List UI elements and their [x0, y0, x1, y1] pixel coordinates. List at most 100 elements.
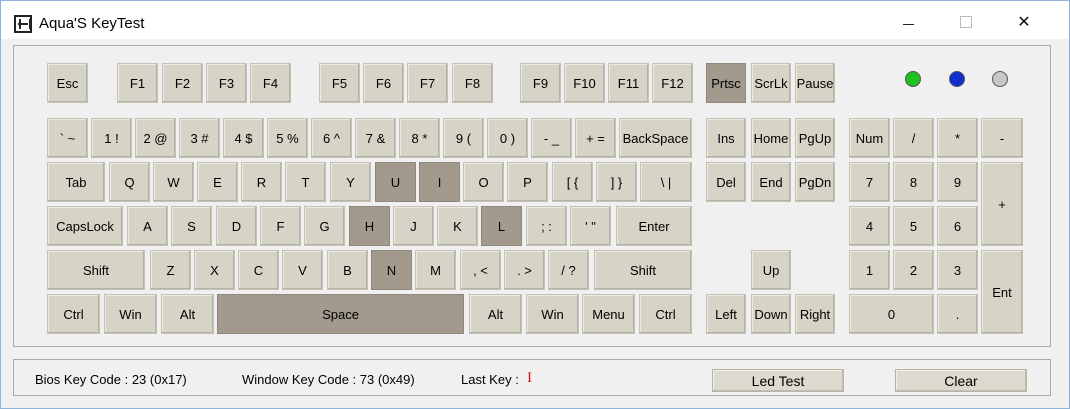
key-kp-4[interactable]: 4 [849, 206, 890, 246]
key-c[interactable]: C [238, 250, 279, 290]
key-f4[interactable]: F4 [250, 63, 291, 103]
key-del[interactable]: Del [706, 162, 746, 202]
key-f10[interactable]: F10 [564, 63, 605, 103]
key-quote[interactable]: ' " [570, 206, 611, 246]
key-rbracket[interactable]: ] } [596, 162, 637, 202]
key-kp-8[interactable]: 8 [893, 162, 934, 202]
key-lalt[interactable]: Alt [161, 294, 214, 334]
key-h[interactable]: H [349, 206, 390, 246]
key-z[interactable]: Z [150, 250, 191, 290]
key-pgdn[interactable]: PgDn [795, 162, 835, 202]
key-up[interactable]: Up [751, 250, 791, 290]
key-9[interactable]: 9 ( [443, 118, 484, 158]
key-m[interactable]: M [415, 250, 456, 290]
key-kp-7[interactable]: 7 [849, 162, 890, 202]
key-f1[interactable]: F1 [117, 63, 158, 103]
key-2[interactable]: 2 @ [135, 118, 176, 158]
key-f[interactable]: F [260, 206, 301, 246]
key-p[interactable]: P [507, 162, 548, 202]
key-w[interactable]: W [153, 162, 194, 202]
key-scrlk[interactable]: ScrLk [751, 63, 791, 103]
key-f2[interactable]: F2 [162, 63, 203, 103]
key-d[interactable]: D [216, 206, 257, 246]
key-down[interactable]: Down [751, 294, 791, 334]
key-kp-2[interactable]: 2 [893, 250, 934, 290]
key-r[interactable]: R [241, 162, 282, 202]
key-backspace[interactable]: BackSpace [619, 118, 692, 158]
key-y[interactable]: Y [330, 162, 371, 202]
key-k[interactable]: K [437, 206, 478, 246]
key-ins[interactable]: Ins [706, 118, 746, 158]
key-8[interactable]: 8 * [399, 118, 440, 158]
close-button[interactable]: ✕ [1001, 7, 1047, 37]
key-t[interactable]: T [285, 162, 326, 202]
key-n[interactable]: N [371, 250, 412, 290]
key-enter[interactable]: Enter [616, 206, 692, 246]
key-kp-1[interactable]: 1 [849, 250, 890, 290]
key-x[interactable]: X [194, 250, 235, 290]
key-rshift[interactable]: Shift [594, 250, 692, 290]
key-numlock[interactable]: Num [849, 118, 890, 158]
key-5[interactable]: 5 % [267, 118, 308, 158]
key-rwin[interactable]: Win [526, 294, 579, 334]
minimize-button[interactable] [885, 7, 931, 37]
key-equal[interactable]: + = [575, 118, 616, 158]
key-f9[interactable]: F9 [520, 63, 561, 103]
key-u[interactable]: U [375, 162, 416, 202]
key-b[interactable]: B [327, 250, 368, 290]
key-pause[interactable]: Pause [795, 63, 835, 103]
key-rctrl[interactable]: Ctrl [639, 294, 692, 334]
key-l[interactable]: L [481, 206, 522, 246]
key-f12[interactable]: F12 [652, 63, 693, 103]
key-j[interactable]: J [393, 206, 434, 246]
key-kp-add[interactable]: + [981, 162, 1023, 246]
key-esc[interactable]: Esc [47, 63, 88, 103]
key-comma[interactable]: , < [460, 250, 501, 290]
key-6[interactable]: 6 ^ [311, 118, 352, 158]
key-lwin[interactable]: Win [104, 294, 157, 334]
key-lbracket[interactable]: [ { [552, 162, 593, 202]
key-4[interactable]: 4 $ [223, 118, 264, 158]
key-f6[interactable]: F6 [363, 63, 404, 103]
key-pgup[interactable]: PgUp [795, 118, 835, 158]
key-backtick[interactable]: ` ~ [47, 118, 88, 158]
key-prtsc[interactable]: Prtsc [706, 63, 746, 103]
key-kp-5[interactable]: 5 [893, 206, 934, 246]
key-right[interactable]: Right [795, 294, 835, 334]
key-3[interactable]: 3 # [179, 118, 220, 158]
key-v[interactable]: V [282, 250, 323, 290]
key-lshift[interactable]: Shift [47, 250, 145, 290]
key-left[interactable]: Left [706, 294, 746, 334]
key-kp-subtract[interactable]: - [981, 118, 1023, 158]
key-0[interactable]: 0 ) [487, 118, 528, 158]
key-ralt[interactable]: Alt [469, 294, 522, 334]
key-kp-6[interactable]: 6 [937, 206, 978, 246]
key-minus[interactable]: - _ [531, 118, 572, 158]
key-1[interactable]: 1 ! [91, 118, 132, 158]
key-lctrl[interactable]: Ctrl [47, 294, 100, 334]
key-tab[interactable]: Tab [47, 162, 105, 202]
clear-button[interactable]: Clear [895, 369, 1027, 392]
key-e[interactable]: E [197, 162, 238, 202]
key-menu[interactable]: Menu [582, 294, 635, 334]
key-backslash[interactable]: \ | [640, 162, 692, 202]
key-end[interactable]: End [751, 162, 791, 202]
key-period[interactable]: . > [504, 250, 545, 290]
key-f11[interactable]: F11 [608, 63, 649, 103]
key-f7[interactable]: F7 [407, 63, 448, 103]
key-7[interactable]: 7 & [355, 118, 396, 158]
key-kp-3[interactable]: 3 [937, 250, 978, 290]
key-i[interactable]: I [419, 162, 460, 202]
key-q[interactable]: Q [109, 162, 150, 202]
key-f8[interactable]: F8 [452, 63, 493, 103]
key-kp-divide[interactable]: / [893, 118, 934, 158]
key-s[interactable]: S [171, 206, 212, 246]
key-g[interactable]: G [304, 206, 345, 246]
key-f5[interactable]: F5 [319, 63, 360, 103]
key-a[interactable]: A [127, 206, 168, 246]
key-kp-multiply[interactable]: * [937, 118, 978, 158]
key-space[interactable]: Space [217, 294, 464, 334]
key-kp-9[interactable]: 9 [937, 162, 978, 202]
key-home[interactable]: Home [751, 118, 791, 158]
key-kp-enter[interactable]: Ent [981, 250, 1023, 334]
